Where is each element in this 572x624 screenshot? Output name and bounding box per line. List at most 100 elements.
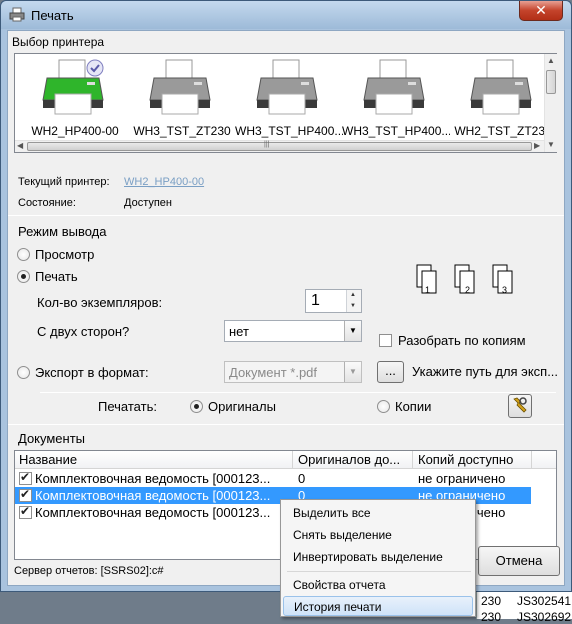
printer-list-horizontal-scrollbar[interactable]: ◀ ||| ▶ [15, 140, 544, 152]
current-printer-label: Текущий принтер: [18, 176, 110, 188]
printer-item[interactable]: WH3_TST_ZT230 [128, 56, 236, 138]
scroll-up-icon[interactable]: ▲ [547, 56, 555, 65]
printer-item[interactable]: WH3_TST_HP400... [342, 56, 450, 138]
column-header-name[interactable]: Название [19, 452, 289, 467]
output-group-label: Режим вывода [18, 224, 107, 239]
spin-up-icon[interactable]: ▲ [350, 292, 356, 298]
copies-value: 1 [311, 292, 320, 309]
printer-item[interactable]: WH2_TST_ZT230 [449, 56, 557, 138]
originals-label: Оригиналы [208, 399, 276, 414]
printer-icon [149, 59, 211, 115]
collate-checkbox[interactable] [379, 334, 392, 347]
chevron-down-icon[interactable]: ▼ [344, 321, 361, 341]
copies-label: Кол-во экземпляров: [37, 295, 163, 310]
row-name: Комплектовочная ведомость [000123... [35, 471, 271, 486]
row-copies: не ограничено [418, 471, 506, 486]
printer-icon [9, 7, 25, 22]
menu-separator [287, 571, 471, 572]
printer-list-vertical-scrollbar[interactable]: ▲ ▼ [544, 54, 557, 152]
scroll-right-icon[interactable]: ▶ [534, 141, 540, 150]
scroll-left-icon[interactable]: ◀ [17, 141, 23, 150]
background-cell: 230 [481, 594, 502, 608]
scroll-thumb[interactable] [27, 142, 532, 151]
collate-page-number: 3 [502, 285, 508, 295]
printer-item[interactable]: WH2_HP400-00 [21, 56, 129, 138]
copies-spin[interactable]: ▲ ▼ [346, 290, 361, 312]
chevron-down-icon[interactable]: ▼ [344, 362, 361, 382]
printer-group-label: Выбор принтера [12, 35, 105, 49]
print-what-label: Печатать: [98, 399, 157, 414]
divider [8, 424, 564, 425]
export-label: Экспорт в формат: [35, 365, 149, 380]
cancel-button[interactable]: Отмена [478, 546, 560, 576]
preview-radio[interactable] [17, 248, 30, 261]
title-bar[interactable]: Печать ✕ [1, 1, 571, 29]
export-radio[interactable] [17, 366, 30, 379]
browse-button[interactable]: ... [377, 361, 404, 383]
preview-label: Просмотр [35, 247, 95, 262]
printer-name: WH3_TST_ZT230 [133, 124, 231, 138]
settings-button[interactable] [508, 394, 532, 418]
spin-down-icon[interactable]: ▼ [350, 303, 356, 309]
state-value: Доступен [124, 197, 173, 209]
table-header: Название Оригиналов до... Копий доступно [15, 451, 556, 469]
export-format-value: Документ *.pdf [229, 365, 318, 380]
column-divider[interactable] [292, 451, 293, 469]
menu-item-deselect[interactable]: Снять выделение [283, 525, 473, 545]
row-checkbox[interactable] [19, 470, 32, 485]
scroll-grip-icon: ||| [264, 141, 270, 148]
printer-list[interactable]: WH2_HP400-00 WH3_TST_ZT230 WH3_TST_HP400..… [14, 53, 557, 153]
scroll-down-icon[interactable]: ▼ [547, 140, 555, 149]
row-name: Комплектовочная ведомость [000123... [35, 505, 271, 520]
table-row[interactable]: Комплектовочная ведомость [000123... 0 н… [15, 470, 531, 487]
duplex-label: С двух сторон? [37, 324, 130, 339]
collate-page-number: 1 [425, 285, 431, 295]
background-cell: JS302692 [517, 610, 572, 624]
printer-name: WH3_TST_HP400... [342, 124, 450, 138]
menu-item-report-properties[interactable]: Свойства отчета [283, 575, 473, 595]
row-checkbox[interactable] [19, 504, 32, 519]
menu-item-print-history[interactable]: История печати [283, 596, 473, 616]
export-path-label: Укажите путь для эксп... [412, 364, 559, 379]
menu-item-invert-selection[interactable]: Инвертировать выделение [283, 547, 473, 567]
row-checkbox[interactable] [19, 487, 32, 502]
state-label: Состояние: [18, 197, 76, 209]
print-label: Печать [35, 269, 78, 284]
context-menu: Выделить все Снять выделение Инвертирова… [280, 499, 476, 617]
wrench-icon [513, 397, 527, 413]
window-title: Печать [31, 8, 74, 23]
copies-option-label: Копии [395, 399, 432, 414]
close-button[interactable]: ✕ [519, 1, 563, 21]
duplex-select[interactable]: нет ▼ [224, 320, 362, 342]
copies-stepper[interactable]: 1 ▲ ▼ [305, 289, 362, 313]
printer-item[interactable]: WH3_TST_HP400... [235, 56, 343, 138]
divider [40, 392, 556, 393]
column-header-originals[interactable]: Оригиналов до... [298, 452, 410, 467]
divider [8, 215, 564, 216]
menu-item-select-all[interactable]: Выделить все [283, 503, 473, 523]
originals-radio[interactable] [190, 400, 203, 413]
print-radio[interactable] [17, 270, 30, 283]
server-status: Сервер отчетов: [SSRS02]:c# [14, 565, 164, 577]
printer-name: WH2_TST_ZT230 [454, 124, 552, 138]
collate-page-number: 2 [465, 285, 471, 295]
row-name: Комплектовочная ведомость [000123... [35, 488, 271, 503]
printer-name: WH2_HP400-00 [31, 124, 119, 138]
scroll-thumb[interactable] [546, 70, 556, 94]
column-divider[interactable] [412, 451, 413, 469]
printer-icon [42, 59, 104, 115]
documents-group-label: Документы [18, 431, 86, 446]
export-format-select[interactable]: Документ *.pdf ▼ [224, 361, 362, 383]
current-printer-link[interactable]: WH2_HP400-00 [124, 176, 204, 188]
collate-label: Разобрать по копиям [398, 333, 526, 348]
printer-icon [363, 59, 425, 115]
column-header-copies[interactable]: Копий доступно [418, 452, 530, 467]
copies-radio[interactable] [377, 400, 390, 413]
duplex-value: нет [229, 324, 249, 339]
background-cell: JS302541 [517, 594, 572, 608]
row-originals: 0 [298, 471, 306, 486]
column-divider[interactable] [531, 451, 532, 469]
printer-icon [470, 59, 532, 115]
printer-icon [256, 59, 318, 115]
background-cell: 230 [481, 610, 502, 624]
